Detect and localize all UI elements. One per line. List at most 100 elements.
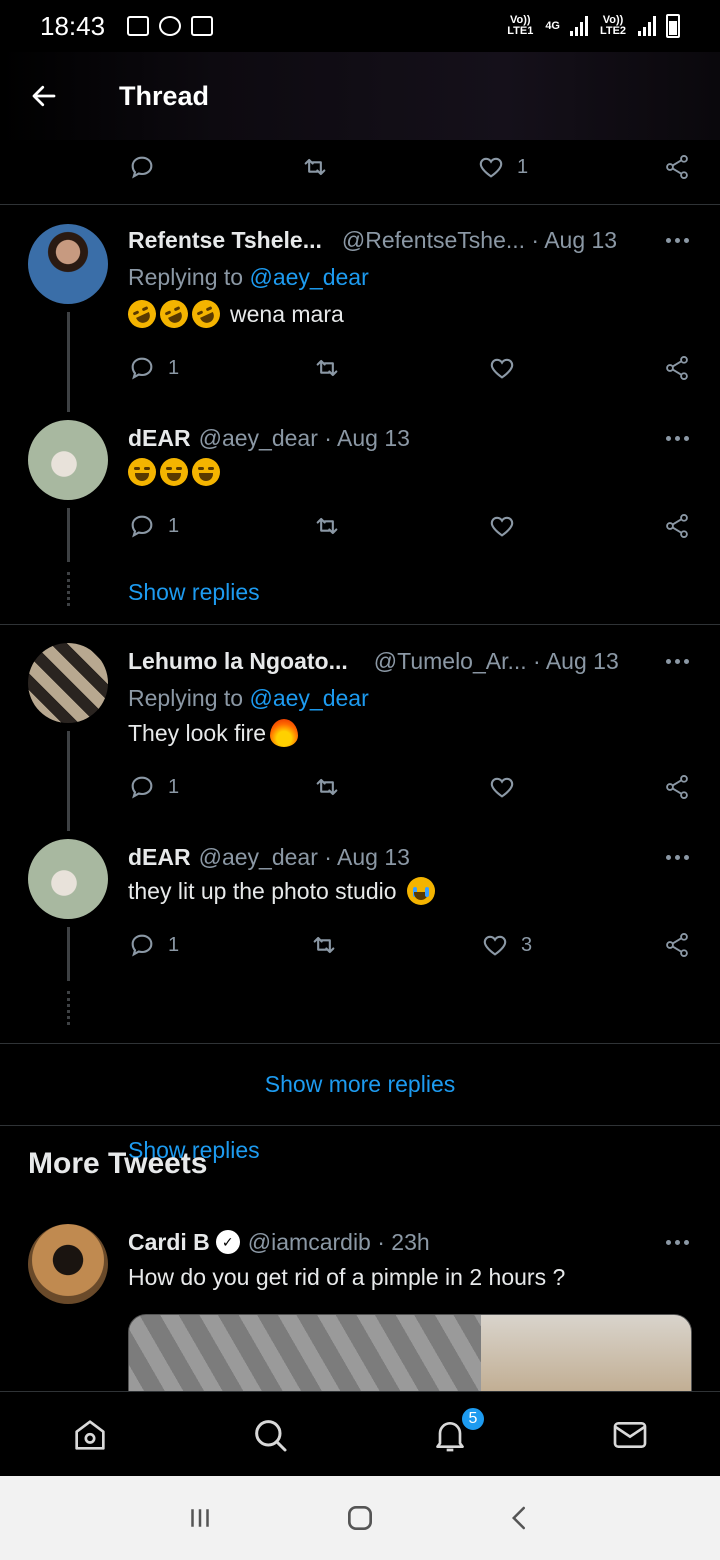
bottom-navigation: 5 (0, 1391, 720, 1476)
more-options-button[interactable] (662, 224, 692, 256)
rofl-emoji (123, 295, 161, 333)
share-icon (666, 355, 688, 381)
reply-count: 1 (168, 356, 180, 379)
reply-count: 1 (168, 775, 180, 798)
divider (0, 1125, 720, 1126)
reply-button[interactable]: 1 (128, 925, 179, 965)
back-button[interactable] (0, 52, 88, 140)
reply-button[interactable] (128, 147, 156, 187)
author-name[interactable]: Cardi B (128, 1229, 210, 1256)
sim1-label: Vo)) LTE1 (507, 14, 534, 37)
nav-notifications[interactable]: 5 (360, 1392, 540, 1477)
like-button[interactable] (488, 348, 516, 388)
share-button[interactable] (663, 767, 691, 807)
like-button[interactable]: 3 (481, 925, 532, 965)
retweet-button[interactable] (313, 348, 341, 388)
author-handle: @Tumelo_Ar... · Aug 13 (373, 647, 619, 674)
retweet-icon (316, 359, 338, 377)
status-notification-icons (127, 16, 214, 36)
nav-messages[interactable] (540, 1392, 720, 1477)
author-handle: @aey_dear · Aug 13 (198, 424, 410, 451)
replying-to: Replying to @aey_dear (128, 264, 369, 291)
thread-feed[interactable]: 1 Refentse Tshele... @RefentseTshe... · … (0, 140, 720, 1391)
home-icon (75, 1419, 105, 1450)
author-name[interactable]: Refentse Tshele... (128, 227, 322, 254)
retweet-icon (316, 778, 338, 796)
tweet-actions: 1 (128, 506, 693, 546)
replying-to-link[interactable]: @aey_dear (249, 264, 368, 290)
avatar[interactable] (28, 643, 108, 723)
tweet-text-body: wena mara (230, 300, 344, 327)
retweet-button[interactable] (313, 506, 341, 546)
like-button[interactable] (488, 767, 516, 807)
avatar[interactable] (28, 1224, 108, 1304)
retweet-icon (316, 517, 338, 535)
like-button[interactable] (488, 506, 516, 546)
notifications-badge: 5 (460, 1406, 486, 1432)
system-back-button[interactable] (490, 1488, 550, 1548)
tweet-text: wena mara (123, 295, 344, 333)
more-options-button[interactable] (662, 841, 692, 873)
nav-home[interactable] (0, 1392, 180, 1477)
signal-icon (570, 16, 588, 36)
retweet-button[interactable] (310, 925, 338, 965)
show-more-replies-button[interactable]: Show more replies (0, 1044, 720, 1124)
messages-icon (613, 1421, 647, 1448)
share-button[interactable] (663, 147, 691, 187)
replying-to-prefix: Replying to (128, 685, 250, 711)
avatar[interactable] (28, 839, 108, 919)
reply-button[interactable]: 1 (128, 767, 179, 807)
tweet-header: dEAR @aey_dear · Aug 13 (128, 422, 692, 454)
reply-button[interactable]: 1 (128, 348, 179, 388)
tweet-header: Lehumo la Ngoato... @Tumelo_Ar... · Aug … (128, 645, 692, 677)
verified-badge-icon: ✓ (215, 1230, 240, 1254)
author-name[interactable]: Lehumo la Ngoato... (128, 648, 348, 675)
retweet-button[interactable] (301, 147, 329, 187)
gallery-icon (127, 16, 150, 36)
share-button[interactable] (663, 925, 691, 965)
app-notification-icon (159, 16, 182, 36)
tweet-actions: 1 (128, 348, 693, 388)
tweet-item[interactable]: dEAR @aey_dear · Aug 13 they lit up the … (0, 839, 720, 1163)
retweet-button[interactable] (313, 767, 341, 807)
like-button[interactable]: 1 (477, 147, 528, 187)
share-icon (666, 154, 688, 180)
replying-to-link[interactable]: @aey_dear (249, 685, 368, 711)
tweet-text: they lit up the photo studio (128, 877, 435, 905)
recent-apps-icon (191, 1509, 209, 1527)
tweet-header: Refentse Tshele... @RefentseTshe... · Au… (128, 224, 692, 256)
like-count: 3 (521, 933, 533, 956)
reply-icon (131, 156, 153, 179)
more-options-button[interactable] (662, 422, 692, 454)
tweet-item[interactable]: Cardi B ✓ @iamcardib · 23h How do you ge… (0, 1224, 720, 1391)
thread-line (67, 312, 70, 412)
reply-count: 1 (168, 514, 180, 537)
tweet-item[interactable]: Refentse Tshele... @RefentseTshe... · Au… (0, 224, 720, 424)
share-button[interactable] (663, 506, 691, 546)
divider (0, 204, 720, 205)
tweet-item[interactable]: dEAR @aey_dear · Aug 13 1 Show replies (0, 420, 720, 620)
home-button[interactable] (330, 1488, 390, 1548)
author-name[interactable]: dEAR (128, 844, 191, 871)
tweet-media-image[interactable] (128, 1314, 692, 1391)
more-options-button[interactable] (662, 1226, 692, 1258)
author-name[interactable]: dEAR (128, 425, 191, 452)
back-arrow-icon (32, 85, 56, 107)
avatar[interactable] (28, 420, 108, 500)
media-panel (481, 1315, 691, 1391)
tweet-item[interactable]: Lehumo la Ngoato... @Tumelo_Ar... · Aug … (0, 643, 720, 843)
share-button[interactable] (663, 348, 691, 388)
fire-emoji (270, 719, 299, 747)
avatar[interactable] (28, 224, 108, 304)
retweet-icon (313, 936, 335, 954)
replying-to: Replying to @aey_dear (128, 685, 369, 712)
tweet-text: How do you get rid of a pimple in 2 hour… (128, 1264, 565, 1291)
nav-search[interactable] (180, 1392, 360, 1477)
divider (0, 624, 720, 625)
more-options-button[interactable] (662, 645, 692, 677)
author-handle: @iamcardib · 23h (247, 1228, 430, 1255)
joy-emoji (160, 458, 188, 486)
recent-apps-button[interactable] (170, 1488, 230, 1548)
reply-button[interactable]: 1 (128, 506, 179, 546)
show-replies-link[interactable]: Show replies (128, 579, 260, 606)
